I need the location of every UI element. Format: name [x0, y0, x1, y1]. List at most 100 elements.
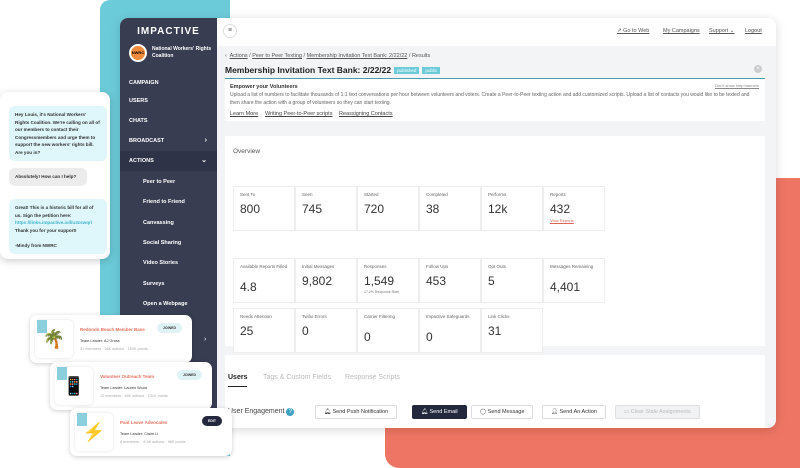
logout-link[interactable]: Logout — [745, 28, 762, 34]
clear-stale-assignments-button[interactable]: ▭ Clear Stale Assignments — [615, 405, 700, 419]
stat-twilio-errors: Twilio Errors 0 — [295, 308, 357, 353]
stat-value: 745 — [302, 202, 323, 216]
stat-label: Reports — [550, 192, 566, 197]
breadcrumb: ‹ Actions / Peer to Peer Texting / Membe… — [225, 53, 431, 59]
send-action-button[interactable]: 👤︎ Send An Action — [542, 405, 606, 419]
stat-value: 1,549 — [364, 274, 395, 288]
tab-tags-custom-fields[interactable]: Tags & Custom Fields — [263, 374, 331, 381]
breadcrumb-peer-texting[interactable]: Peer to Peer Texting — [252, 53, 302, 59]
org-name[interactable]: National Workers' Rights Coalition — [152, 46, 212, 60]
stat-performs: Performs 12k — [481, 186, 543, 231]
go-to-web-label: Go to Web — [623, 28, 650, 34]
team-leader: Team Leader: Lauren Wood — [100, 386, 147, 390]
stat-carrier-filtering: Carrier Filtering 0 — [357, 308, 419, 353]
team-name: Paid Leave Advocates — [120, 420, 168, 425]
sidebar-broadcast-label: BROADCAST — [129, 138, 165, 144]
send-email-button[interactable]: 🔔︎ Send Email — [412, 405, 467, 419]
page-title-text: Membership Invitation Text Bank: 2/22/22 — [225, 65, 392, 75]
stat-value: 31 — [488, 324, 502, 338]
stat-label: Impactive Safeguards — [426, 314, 470, 319]
message-signature: -Mindy from NWRC — [15, 242, 57, 248]
writing-scripts-link[interactable]: Writing Peer-to-Peer scripts — [265, 111, 332, 117]
reassigning-contacts-link[interactable]: Reassigning Contacts — [339, 111, 393, 117]
incoming-message: Hey Louis, it's National Workers' Rights… — [9, 106, 107, 161]
send-message-button[interactable]: ◯ Send Message — [471, 405, 534, 419]
stat-value: 0 — [364, 330, 371, 344]
sidebar-item-surveys[interactable]: Surveys — [120, 274, 217, 294]
stat-follow-ups: Follow Ups 453 — [419, 258, 481, 303]
chevron-right-icon[interactable]: › — [204, 336, 206, 343]
top-header: ≡ ↗ Go to Web My Campaigns Support ⌄ Log… — [217, 18, 776, 46]
stat-responses: Responses 1,549 17.2% Response Rate — [357, 258, 419, 303]
team-image: 📱 2 — [55, 367, 93, 405]
sidebar-item-video-stories[interactable]: Video Stories — [120, 253, 217, 273]
sidebar-chats[interactable]: CHATS — [120, 111, 217, 131]
reply-message: Absolutely! How can I help? — [9, 168, 87, 186]
stat-messages-remaining: Messages Remaining 4,401 — [543, 258, 605, 303]
message-text: Thank you for your support! — [15, 227, 77, 233]
visibility-badge: public — [422, 67, 441, 75]
joined-button[interactable]: JOINED — [176, 370, 202, 380]
stat-label: Follow Ups — [426, 264, 449, 269]
chevron-right-icon: › — [204, 137, 207, 144]
edit-button[interactable]: EDIT — [202, 416, 222, 426]
tab-response-scripts[interactable]: Response Scripts — [345, 374, 400, 381]
sidebar-item-peer-to-peer[interactable]: Peer to Peer — [120, 172, 217, 192]
breadcrumb-text-bank[interactable]: Membership Invitation Text Bank: 2/22/22 — [307, 53, 408, 59]
stat-label: Initial Messages — [302, 264, 335, 269]
send-push-notification-button[interactable]: 🔔︎ Send Push Notification — [315, 405, 398, 419]
stat-value: 38 — [426, 202, 440, 216]
stat-label: Carrier Filtering — [364, 314, 396, 319]
go-to-web-link[interactable]: ↗ Go to Web — [617, 28, 649, 34]
overview-card: Overview Sent To 800 Seen 745 Started 720 Comp… — [225, 136, 765, 353]
stat-value: 4.8 — [240, 280, 257, 294]
message-text: Great! This is a historic bill for all o… — [15, 205, 94, 218]
stat-needs-attention: Needs Attention 25 — [233, 308, 295, 353]
team-card[interactable]: 📱 2 Volunteer Outreach Team Team Leader: … — [50, 362, 212, 410]
view-reports-link[interactable]: View Reports — [550, 218, 574, 223]
stat-label: Available Reports Filled — [240, 264, 288, 269]
button-label: Send Push Notification — [332, 409, 389, 415]
support-menu[interactable]: Support ⌄ — [709, 28, 734, 34]
team-card[interactable]: 🌴 1 Redondo Beach Member Base Team Leader… — [30, 315, 192, 363]
sidebar-users[interactable]: USERS — [120, 91, 217, 111]
button-label: Send Email — [429, 409, 458, 415]
sidebar-item-open-webpage[interactable]: Open a Webpage — [120, 294, 217, 314]
stat-link-clicks: Link Clicks 31 — [481, 308, 543, 353]
stat-subtext: 17.2% Response Rate — [364, 290, 400, 294]
team-leader: Team Leader: AJ Gross — [80, 339, 120, 343]
sidebar-actions-label: ACTIONS — [129, 158, 154, 164]
stat-label: Started — [364, 192, 379, 197]
tab-users[interactable]: Users — [228, 374, 248, 387]
sidebar-item-friend-to-friend[interactable]: Friend to Friend — [120, 192, 217, 212]
chevron-down-icon: ⌄ — [201, 157, 207, 164]
stat-label: Responses — [364, 264, 387, 269]
stat-value: 5 — [488, 274, 495, 288]
stat-label: Link Clicks — [488, 314, 510, 319]
menu-icon[interactable]: ≡ — [223, 24, 237, 38]
help-icon[interactable]: ? — [286, 408, 295, 416]
breadcrumb-actions[interactable]: Actions — [230, 53, 248, 59]
sidebar-actions[interactable]: ACTIONS ⌄ — [120, 151, 217, 171]
team-name: Redondo Beach Member Base — [80, 327, 145, 332]
sidebar-broadcast[interactable]: BROADCAST › — [120, 131, 217, 151]
my-campaigns-link[interactable]: My Campaigns — [663, 28, 700, 34]
stat-label: Sent To — [240, 192, 256, 197]
team-stats: 12 members · 48K actions · 131K points — [100, 394, 168, 398]
petition-link[interactable]: https://links.impactive.io/l/u3zswqrl — [15, 220, 92, 225]
stat-label: Completed — [426, 192, 448, 197]
stat-label: Opt Outs — [488, 264, 507, 269]
close-icon[interactable]: × — [754, 65, 762, 73]
stat-value: 432 — [550, 202, 571, 216]
team-card[interactable]: ⚡ 3 Paid Leave Advocates Team Leader: Cla… — [70, 408, 232, 456]
sidebar-item-social-sharing[interactable]: Social Sharing — [120, 233, 217, 253]
dismiss-banners-link[interactable]: Don't show help banners — [715, 83, 759, 88]
sidebar-item-canvassing[interactable]: Canvassing — [120, 213, 217, 233]
stat-label: Seen — [302, 192, 313, 197]
status-badge: published — [394, 67, 420, 75]
sidebar-campaign[interactable]: CAMPAIGN — [120, 73, 217, 93]
joined-button[interactable]: JOINED — [156, 323, 182, 333]
learn-more-link[interactable]: Learn More — [230, 111, 258, 117]
banner-body: Upload a list of numbers to facilitate t… — [230, 92, 750, 106]
overview-title: Overview — [233, 148, 261, 155]
